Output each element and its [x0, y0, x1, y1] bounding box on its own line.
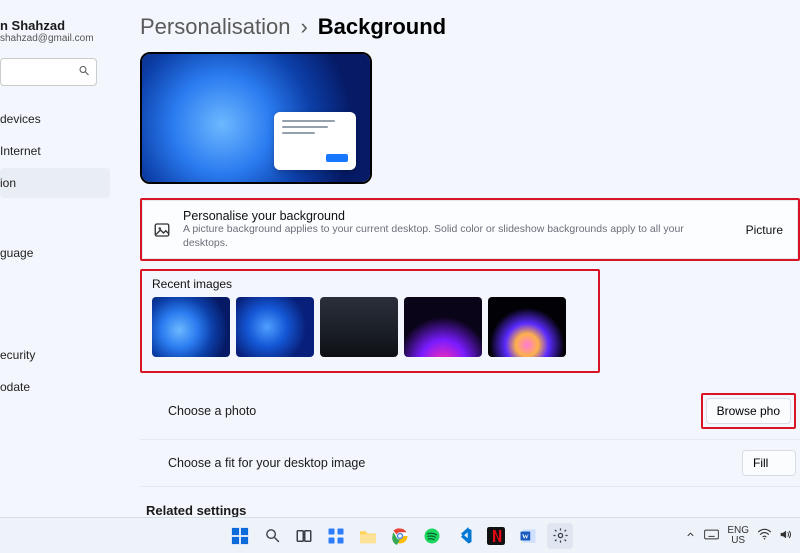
choose-fit-row: Choose a fit for your desktop image Fill: [140, 440, 800, 487]
personalise-title: Personalise your background: [183, 209, 730, 223]
chrome-icon[interactable]: [387, 523, 413, 549]
vscode-icon[interactable]: [451, 523, 477, 549]
nav-group-3: ecurity odate: [0, 340, 110, 402]
nav-item-internet[interactable]: Internet: [0, 136, 110, 166]
sidebar-search[interactable]: [0, 58, 110, 86]
netflix-icon[interactable]: [483, 523, 509, 549]
search-icon: [78, 65, 90, 80]
choose-fit-label: Choose a fit for your desktop image: [168, 456, 365, 470]
recent-thumbnails: [152, 297, 588, 357]
spotify-icon[interactable]: [419, 523, 445, 549]
choose-photo-row: Choose a photo Browse pho: [140, 383, 800, 440]
nav-group-1: devices Internet ion: [0, 104, 110, 198]
settings-icon[interactable]: [547, 523, 573, 549]
highlight-personalise-row: Personalise your background A picture ba…: [140, 198, 800, 261]
chevron-right-icon: ›: [300, 14, 307, 40]
file-explorer-icon[interactable]: [355, 523, 381, 549]
volume-icon[interactable]: [778, 528, 792, 544]
start-button[interactable]: [227, 523, 253, 549]
recent-thumb-1[interactable]: [152, 297, 230, 357]
breadcrumb-parent[interactable]: Personalisation: [140, 14, 290, 40]
taskbar-center: W: [227, 523, 573, 549]
breadcrumb: Personalisation › Background: [140, 14, 800, 40]
recent-thumb-3[interactable]: [320, 297, 398, 357]
recent-thumb-5[interactable]: [488, 297, 566, 357]
nav-item-blank[interactable]: [0, 270, 110, 300]
search-input[interactable]: [0, 58, 97, 86]
wifi-icon[interactable]: [757, 528, 772, 543]
tray-language[interactable]: ENG US: [727, 526, 749, 546]
choose-photo-label: Choose a photo: [168, 404, 256, 418]
nav-item-security[interactable]: ecurity: [0, 340, 110, 370]
nav-item-personalisation[interactable]: ion: [0, 168, 110, 198]
recent-images-title: Recent images: [152, 277, 588, 291]
tray-chevron-icon[interactable]: [685, 529, 696, 543]
taskbar-search-icon[interactable]: [259, 523, 285, 549]
nav-group-2: guage: [0, 238, 110, 300]
recent-thumb-4[interactable]: [404, 297, 482, 357]
highlight-browse-button: Browse pho: [701, 393, 796, 429]
settings-sidebar: n Shahzad shahzad@gmail.com devices Inte…: [0, 0, 110, 553]
taskbar-tray: ENG US: [685, 526, 792, 546]
widgets-icon[interactable]: [323, 523, 349, 549]
task-view-icon[interactable]: [291, 523, 317, 549]
user-block[interactable]: n Shahzad shahzad@gmail.com: [0, 18, 110, 44]
preview-window-card: [274, 112, 356, 170]
fit-dropdown[interactable]: Fill: [742, 450, 796, 476]
personalise-value-dropdown[interactable]: Picture: [742, 219, 787, 241]
word-icon[interactable]: W: [515, 523, 541, 549]
user-email: shahzad@gmail.com: [0, 33, 110, 44]
nav-item-update[interactable]: odate: [0, 372, 110, 402]
image-icon: [153, 221, 171, 239]
nav-item-devices[interactable]: devices: [0, 104, 110, 134]
desktop-preview: [140, 52, 372, 184]
tray-keyboard-icon[interactable]: [704, 529, 719, 543]
svg-text:W: W: [522, 533, 529, 540]
recent-thumb-2[interactable]: [236, 297, 314, 357]
browse-photos-button[interactable]: Browse pho: [706, 398, 791, 424]
personalise-desc: A picture background applies to your cur…: [183, 223, 730, 250]
personalise-text: Personalise your background A picture ba…: [183, 209, 730, 250]
taskbar: W ENG US: [0, 517, 800, 553]
highlight-recent-images: Recent images: [140, 269, 600, 373]
main-panel: Personalisation › Background: [110, 0, 800, 553]
nav-item-language[interactable]: guage: [0, 238, 110, 268]
breadcrumb-current: Background: [318, 14, 446, 40]
user-name: n Shahzad: [0, 18, 110, 33]
